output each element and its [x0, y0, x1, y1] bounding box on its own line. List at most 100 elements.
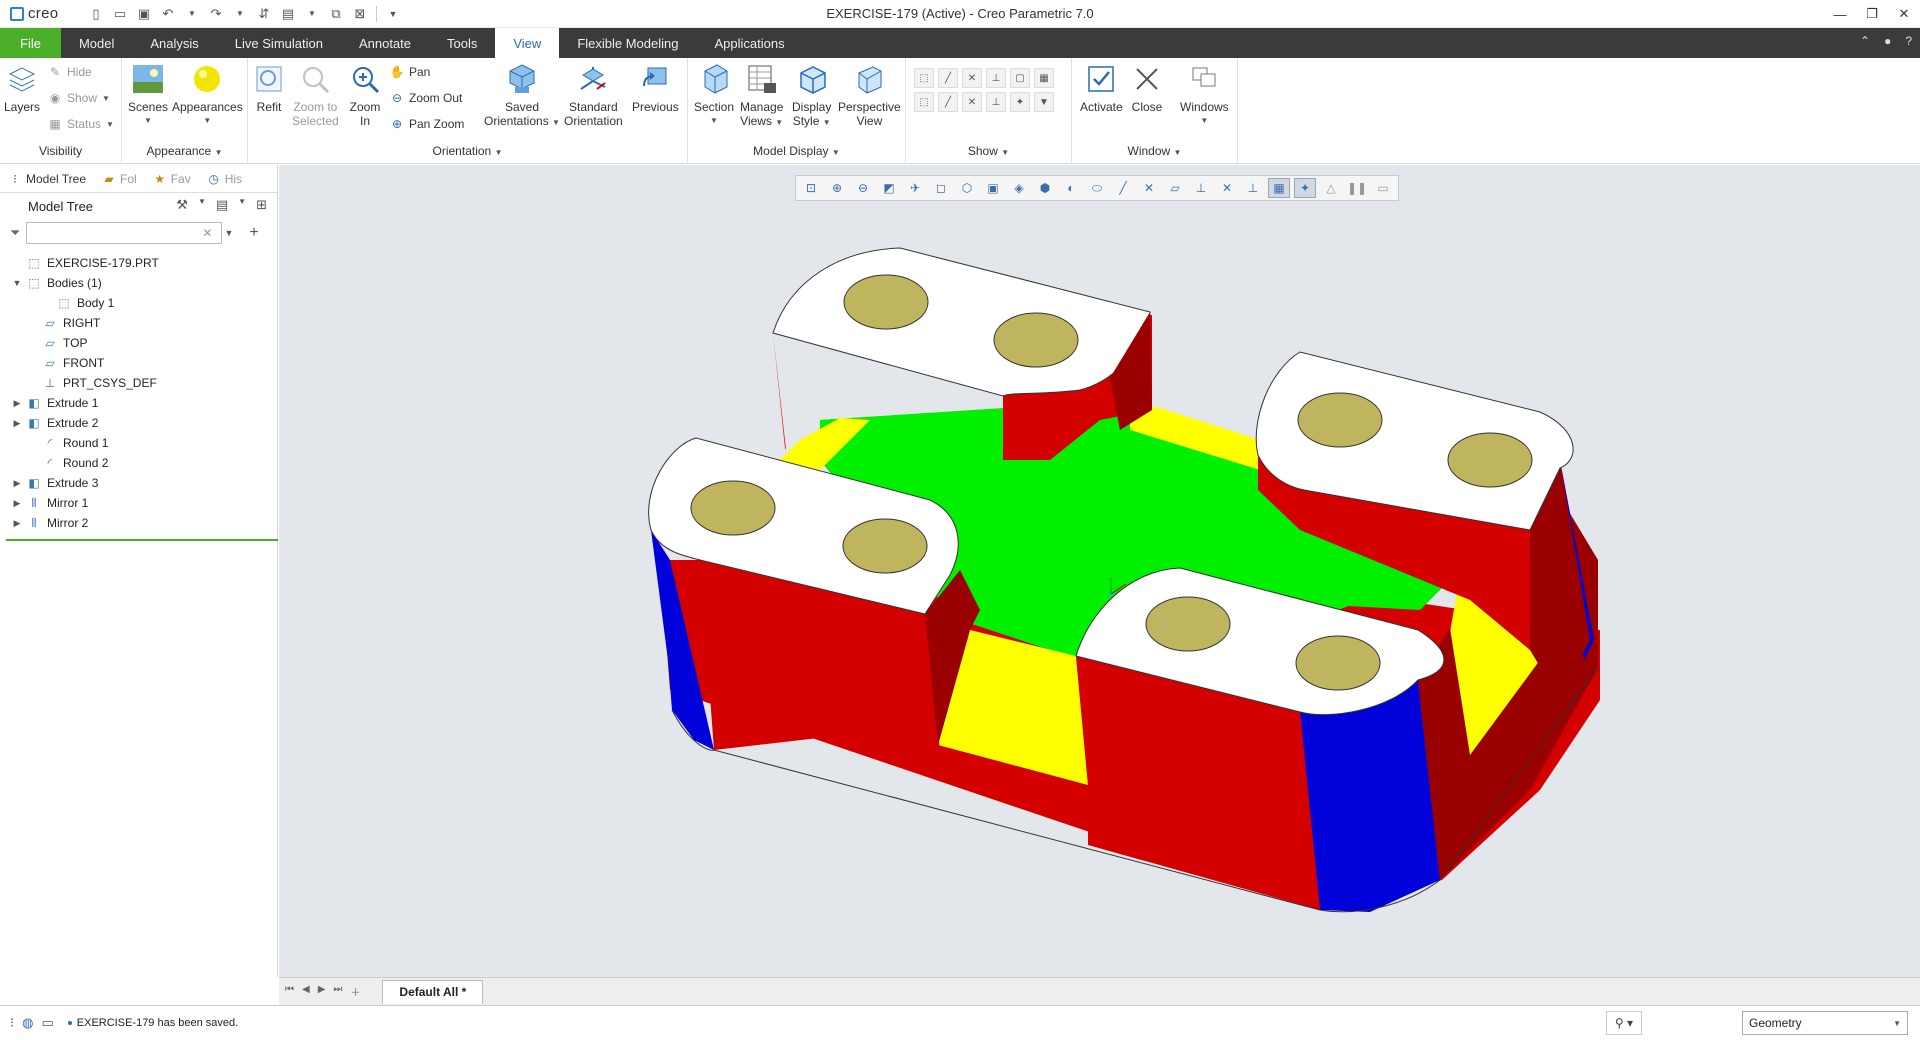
filter-icon[interactable]: ⏷ — [10, 225, 20, 241]
tab-file[interactable]: File — [0, 28, 61, 58]
section-button[interactable]: Section ▼ — [694, 62, 734, 128]
tree-node[interactable]: ▶ ◧ Extrude 1 — [6, 393, 278, 413]
tree-node-toggle[interactable]: ▶ — [10, 418, 24, 429]
first-tab-icon[interactable]: ⏮ — [285, 984, 294, 999]
search-dropdown-icon[interactable]: ▼ — [224, 228, 233, 238]
browser-icon[interactable]: ◍ — [22, 1015, 33, 1031]
axis-tag-display-icon[interactable]: ╱ — [938, 92, 958, 112]
full-screen-icon[interactable]: ▭ — [41, 1015, 53, 1031]
refit-button[interactable]: Refit — [252, 62, 286, 114]
annotation-display-icon[interactable]: ⬚ — [914, 92, 934, 112]
tree-node[interactable]: ⬚ Body 1 — [6, 293, 278, 313]
previous-button[interactable]: Previous — [632, 62, 679, 114]
switch-window-icon[interactable]: ⧉ — [328, 6, 344, 22]
tree-node[interactable]: ▶ ◧ Extrude 2 — [6, 413, 278, 433]
scenes-button[interactable]: Scenes ▼ — [128, 62, 168, 128]
tab-applications[interactable]: Applications — [696, 28, 802, 58]
show-button[interactable]: ◉ Show ▼ — [48, 88, 110, 108]
tree-node[interactable]: ▱ TOP — [6, 333, 278, 353]
tab-annotate[interactable]: Annotate — [341, 28, 429, 58]
model-display-group-title[interactable]: Model Display ▼ — [688, 144, 905, 158]
plane-display-icon[interactable]: ⬚ — [914, 68, 934, 88]
help-icon[interactable]: ? — [1905, 34, 1912, 48]
show-more-icon[interactable]: ▼ — [1034, 92, 1054, 112]
pan-zoom-button[interactable]: ⊕ Pan Zoom — [390, 114, 464, 134]
plane-tag-display-icon[interactable]: ▢ — [1010, 68, 1030, 88]
open-folder-icon[interactable]: ▭ — [112, 6, 128, 22]
default-all-tab[interactable]: Default All * — [382, 979, 484, 1004]
tree-settings-dropdown-icon[interactable]: ▼ — [198, 197, 206, 213]
tree-columns-icon[interactable]: ▤ — [216, 197, 228, 213]
undo-icon[interactable]: ↶ — [160, 6, 176, 22]
zoom-to-selected-button[interactable]: Zoom to Selected — [292, 62, 339, 128]
windows-button[interactable]: Windows ▼ — [1180, 62, 1229, 128]
tab-tools[interactable]: Tools — [429, 28, 495, 58]
hide-button[interactable]: ✎ Hide — [48, 62, 92, 82]
perspective-view-button[interactable]: Perspective View — [838, 62, 901, 128]
tree-node[interactable]: ▱ RIGHT — [6, 313, 278, 333]
point-symbol-icon[interactable]: ✕ — [962, 92, 982, 112]
csys-display-icon[interactable]: ⊥ — [986, 68, 1006, 88]
tab-flexible-modeling[interactable]: Flexible Modeling — [559, 28, 696, 58]
restore-icon[interactable]: ❐ — [1856, 0, 1888, 28]
selection-filter-select[interactable]: Geometry ▼ — [1742, 1011, 1908, 1035]
tree-node[interactable]: ▶ ⫴ Mirror 2 — [6, 513, 278, 533]
redo-dropdown-icon[interactable]: ▼ — [232, 6, 248, 22]
tree-search-input[interactable] — [26, 222, 223, 244]
tree-node-toggle[interactable]: ▶ — [10, 518, 24, 529]
tree-node[interactable]: ⊥ PRT_CSYS_DEF — [6, 373, 278, 393]
manage-views-button[interactable]: Manage Views ▼ — [740, 62, 783, 130]
tab-model[interactable]: Model — [61, 28, 132, 58]
display-style-button[interactable]: Display Style ▼ — [792, 62, 831, 130]
appearances-button[interactable]: Appearances ▼ — [172, 62, 243, 128]
tree-node-toggle[interactable]: ▶ — [10, 498, 24, 509]
tree-node[interactable]: ▱ FRONT — [6, 353, 278, 373]
graphics-window[interactable]: ⊡ ⊕ ⊖ ◩ ✈ ◻ ⬡ ▣ ◈ ⬢ ◐ ⬭ ╱ ✕ ▱ ⊥ ✕ ⊥ ▦ ✦ … — [279, 165, 1920, 977]
orientation-group-title[interactable]: Orientation ▼ — [248, 144, 687, 158]
tree-node-toggle[interactable]: ▶ — [10, 478, 24, 489]
window-group-title[interactable]: Window ▼ — [1072, 144, 1237, 158]
show-group-title[interactable]: Show ▼ — [906, 144, 1071, 158]
tree-node-toggle[interactable]: ▶ — [10, 398, 24, 409]
new-file-icon[interactable]: ▯ — [88, 6, 104, 22]
status-button[interactable]: ▦ Status ▼ — [48, 114, 114, 134]
tab-history[interactable]: ◷ His — [199, 165, 250, 193]
csys-tag-display-icon[interactable]: ⊥ — [986, 92, 1006, 112]
last-tab-icon[interactable]: ⏭ — [333, 984, 342, 999]
standard-orientation-button[interactable]: Standard Orientation — [564, 62, 623, 128]
zoom-in-button[interactable]: Zoom In — [348, 62, 382, 128]
tab-live-simulation[interactable]: Live Simulation — [217, 28, 341, 58]
point-tag-display-icon[interactable]: ▦ — [1034, 68, 1054, 88]
close-icon[interactable]: ✕ — [1888, 0, 1920, 28]
customize-qat-icon[interactable]: ▼ — [385, 6, 401, 22]
tab-model-tree[interactable]: ⁝ Model Tree — [0, 165, 94, 193]
close-window-icon[interactable]: ⊠ — [352, 6, 368, 22]
regenerate-icon[interactable]: ⇵ — [256, 6, 272, 22]
tab-favorites[interactable]: ★ Fav — [145, 165, 199, 193]
part-model[interactable] — [279, 165, 1920, 977]
tree-settings-icon[interactable]: ⚒ — [176, 197, 188, 213]
layers-button[interactable]: Layers — [4, 62, 40, 114]
tree-node[interactable]: ▼ ⬚ Bodies (1) — [6, 273, 278, 293]
axis-display-icon[interactable]: ╱ — [938, 68, 958, 88]
tab-view[interactable]: View — [495, 28, 560, 58]
tree-node[interactable]: ◜ Round 1 — [6, 433, 278, 453]
tree-filters-icon[interactable]: ⊞ — [256, 197, 267, 213]
undo-dropdown-icon[interactable]: ▼ — [184, 6, 200, 22]
tab-folder-browser[interactable]: ▰ Fol — [94, 165, 145, 193]
windows-icon[interactable]: ▤ — [280, 6, 296, 22]
spin-center-icon[interactable]: ✦ — [1010, 92, 1030, 112]
toggle-navigator-icon[interactable]: ⁝ — [10, 1015, 14, 1031]
pan-button[interactable]: ✋ Pan — [390, 62, 431, 82]
point-display-icon[interactable]: ✕ — [962, 68, 982, 88]
tree-node-toggle[interactable]: ▼ — [10, 278, 24, 288]
tree-columns-dropdown-icon[interactable]: ▼ — [238, 197, 246, 213]
next-tab-icon[interactable]: ▶ — [318, 984, 326, 999]
save-icon[interactable]: ▣ — [136, 6, 152, 22]
tree-node[interactable]: ⬚ EXERCISE-179.PRT — [6, 253, 278, 273]
tree-node[interactable]: ▶ ◧ Extrude 3 — [6, 473, 278, 493]
activate-button[interactable]: Activate — [1080, 62, 1123, 114]
previous-tab-icon[interactable]: ◀ — [302, 984, 310, 999]
zoom-out-button[interactable]: ⊖ Zoom Out — [390, 88, 462, 108]
windows-dropdown-icon[interactable]: ▼ — [304, 6, 320, 22]
